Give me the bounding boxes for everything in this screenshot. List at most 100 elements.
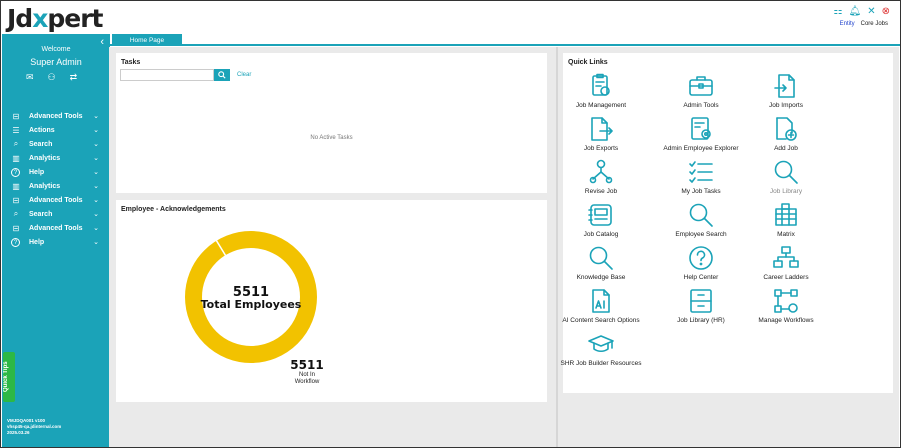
quick-link-label: SHR Job Builder Resources bbox=[560, 360, 642, 367]
employee-explorer-icon bbox=[691, 117, 711, 140]
quick-link-label: Knowledge Base bbox=[576, 274, 626, 281]
logout-icon[interactable]: ⊗ bbox=[882, 6, 890, 17]
chevron-down-icon: ⌄ bbox=[93, 169, 99, 176]
toolbox-icon: ⊟ bbox=[12, 111, 20, 121]
acknowledgements-card: Employee - Acknowledgements 5511 Total E… bbox=[116, 200, 547, 402]
tools-icon[interactable]: ✕ bbox=[867, 6, 875, 17]
quick-link-job-catalog[interactable]: Job Catalog bbox=[546, 202, 656, 238]
chevron-down-icon: ⌄ bbox=[93, 225, 99, 232]
sidebar-item-analytics[interactable]: ▥ Analytics ⌄ bbox=[2, 151, 110, 165]
export-icon bbox=[591, 117, 613, 141]
quick-link-revise-job[interactable]: Revise Job bbox=[546, 159, 656, 195]
sidebar-item-label: Help bbox=[29, 168, 45, 176]
tasks-search-button[interactable] bbox=[214, 69, 230, 81]
ai-document-icon bbox=[592, 289, 610, 313]
hierarchy-icon[interactable]: ⚏ bbox=[834, 6, 843, 17]
user-settings-icon[interactable]: ⚇ bbox=[48, 72, 56, 83]
switch-icon[interactable]: ⇄ bbox=[70, 72, 78, 83]
help-icon bbox=[689, 246, 713, 270]
quick-link-job-library[interactable]: Job Library bbox=[731, 159, 841, 195]
donut-center-text: 5511 Total Employees bbox=[181, 286, 321, 311]
quick-link-job-imports[interactable]: Job Imports bbox=[731, 73, 841, 109]
user-name: Super Admin bbox=[30, 57, 82, 67]
sidebar-item-label: Advanced Tools bbox=[29, 112, 83, 120]
briefcase-icon bbox=[689, 76, 713, 96]
quick-link-label: Manage Workflows bbox=[758, 317, 814, 324]
search-icon bbox=[589, 246, 613, 270]
sidebar-item-advanced-tools[interactable]: ⊟ Advanced Tools ⌄ bbox=[2, 193, 110, 207]
sidebar-item-help[interactable]: ? Help ⌄ bbox=[2, 165, 110, 179]
top-links: Entity Core Jobs bbox=[840, 21, 888, 27]
quick-link-label: Revise Job bbox=[584, 188, 618, 195]
quick-link-label: Job Catalog bbox=[583, 231, 619, 238]
sidebar-item-analytics[interactable]: ▥ Analytics ⌄ bbox=[2, 179, 110, 193]
quick-link-matrix[interactable]: Matrix bbox=[731, 202, 841, 238]
slice-label: 5511 Not In Workflow bbox=[290, 359, 324, 386]
sidebar-item-search[interactable]: ⌕ Search ⌄ bbox=[2, 137, 110, 151]
search-icon bbox=[774, 160, 798, 184]
sidebar-nav: ⊟ Advanced Tools ⌄ ☰ Actions ⌄ ⌕ Search ⌄ ▥ Analyt… bbox=[2, 109, 110, 249]
quick-link-manage-workflows[interactable]: Manage Workflows bbox=[731, 288, 841, 324]
bell-icon[interactable]: 🔔︎ bbox=[849, 6, 862, 17]
quick-links-card: Quick Links Job Management Admin Tools Job… bbox=[561, 53, 893, 393]
sidebar-item-search[interactable]: ⌕ Search ⌄ bbox=[2, 207, 110, 221]
quick-tips-button[interactable]: Quick Tips bbox=[3, 352, 15, 402]
quick-link-career-ladders[interactable]: Career Ladders bbox=[731, 245, 841, 281]
sidebar-item-advanced-tools[interactable]: ⊟ Advanced Tools ⌄ bbox=[2, 109, 110, 123]
quick-link-ai-content-search-options[interactable]: AI Content Search Options bbox=[546, 288, 656, 324]
quick-link-label: Add Job bbox=[774, 145, 798, 152]
tasks-search-input[interactable] bbox=[120, 69, 214, 81]
quick-link-knowledge-base[interactable]: Knowledge Base bbox=[546, 245, 656, 281]
empty-tasks-text: No Active Tasks bbox=[310, 135, 353, 141]
chevron-down-icon: ⌄ bbox=[93, 141, 99, 148]
search-icon: ⌕ bbox=[13, 139, 19, 148]
quick-link-label: Career Ladders bbox=[763, 274, 809, 281]
chevron-down-icon: ⌄ bbox=[93, 211, 99, 218]
quick-link-label: Matrix bbox=[777, 231, 795, 238]
acknowledgements-title: Employee - Acknowledgements bbox=[121, 206, 226, 213]
quick-link-job-exports[interactable]: Job Exports bbox=[546, 116, 656, 152]
mail-icon[interactable]: ✉ bbox=[26, 72, 34, 83]
top-icons: ⚏ 🔔︎ ✕ ⊗ bbox=[834, 6, 890, 17]
clear-link[interactable]: Clear bbox=[237, 72, 251, 78]
slice-label-line1: Not In bbox=[298, 372, 315, 378]
user-actions: ✉ ⚇ ⇄ bbox=[26, 72, 77, 83]
brand-logo[interactable]: Jdxpert bbox=[7, 4, 103, 33]
cabinet-icon bbox=[690, 289, 712, 313]
help-icon: ? bbox=[11, 167, 20, 177]
quick-link-shr-job-builder-resources[interactable]: SHR Job Builder Resources bbox=[546, 331, 656, 367]
entity-link[interactable]: Entity bbox=[840, 21, 855, 27]
slice-label-line2: Workflow bbox=[294, 379, 320, 385]
sidebar-item-label: Analytics bbox=[29, 154, 61, 162]
quick-link-add-job[interactable]: Add Job bbox=[731, 116, 841, 152]
core-jobs-link[interactable]: Core Jobs bbox=[861, 21, 888, 27]
sidebar-item-advanced-tools[interactable]: ⊟ Advanced Tools ⌄ bbox=[2, 221, 110, 235]
sidebar-item-label: Actions bbox=[29, 126, 55, 134]
import-icon bbox=[774, 74, 795, 98]
hierarchy-icon bbox=[773, 246, 799, 268]
help-icon: ? bbox=[11, 237, 20, 247]
quick-link-label: Job Imports bbox=[769, 102, 803, 109]
sidebar-item-label: Search bbox=[29, 140, 53, 148]
job-management-icon bbox=[592, 73, 610, 96]
slice-value: 5511 bbox=[290, 358, 324, 372]
chevron-down-icon: ⌄ bbox=[93, 155, 99, 162]
sidebar: ‹ Welcome Super Admin ✉ ⚇ ⇄ ⊟ Advanced To… bbox=[2, 34, 110, 447]
toolbox-icon: ⊟ bbox=[12, 223, 20, 233]
chevron-down-icon: ⌄ bbox=[93, 183, 99, 190]
welcome-text: Welcome bbox=[41, 46, 71, 53]
list-icon: ☰ bbox=[12, 125, 20, 135]
sidebar-item-label: Help bbox=[29, 238, 45, 246]
sidebar-item-actions[interactable]: ☰ Actions ⌄ bbox=[2, 123, 110, 137]
add-document-icon bbox=[776, 117, 797, 141]
quick-link-label: Job Exports bbox=[583, 145, 619, 152]
sidebar-item-help[interactable]: ? Help ⌄ bbox=[2, 235, 110, 249]
task-list-icon bbox=[689, 161, 713, 183]
quick-link-job-management[interactable]: Job Management bbox=[546, 73, 656, 109]
matrix-icon bbox=[775, 203, 797, 226]
tasks-card: Tasks Clear No Active Tasks bbox=[116, 53, 547, 193]
sidebar-item-label: Analytics bbox=[29, 182, 61, 190]
tab-home-page[interactable]: Home Page bbox=[112, 34, 182, 46]
quick-link-label: Job Library bbox=[769, 188, 803, 195]
tasks-title: Tasks bbox=[121, 59, 141, 66]
